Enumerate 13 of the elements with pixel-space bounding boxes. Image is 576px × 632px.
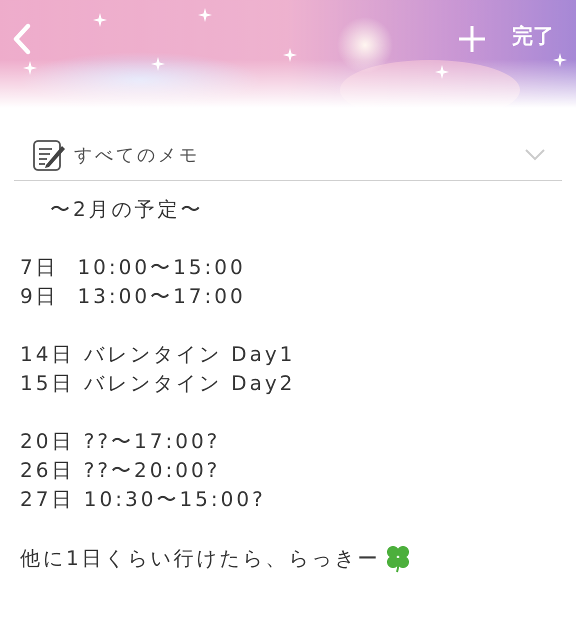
folder-label: すべてのメモ xyxy=(74,144,201,167)
memo-title: 〜2月の予定〜 xyxy=(49,196,205,223)
memo-line: 26日 ??〜20:00? xyxy=(20,457,222,484)
memo-line: 14日 バレンタイン Day1 xyxy=(20,341,296,368)
chevron-down-icon xyxy=(524,148,546,162)
memo-line: 他に1日くらい行けたら、らっきー xyxy=(20,544,381,572)
folder-selector[interactable]: すべてのメモ xyxy=(14,130,562,181)
memo-line: 7日 10:00〜15:00 xyxy=(20,254,247,281)
memo-line: 20日 ??〜17:00? xyxy=(20,428,222,455)
memo-line: 27日 10:30〜15:00? xyxy=(20,486,267,513)
note-edit-icon xyxy=(32,138,66,172)
memo-line: 15日 バレンタイン Day2 xyxy=(20,370,296,397)
memo-line: 9日 13:00〜17:00 xyxy=(20,283,247,310)
